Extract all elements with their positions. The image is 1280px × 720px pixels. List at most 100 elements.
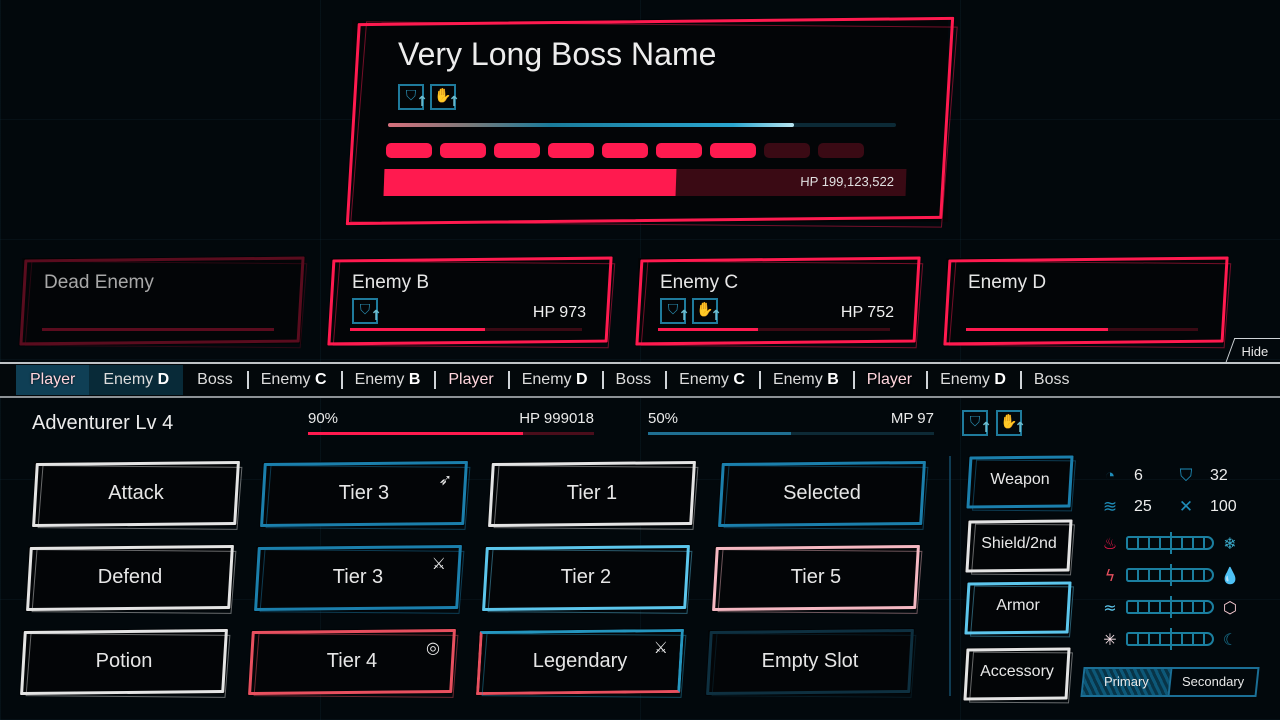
fire-icon: ♨	[1102, 533, 1118, 553]
action-label: Empty Slot	[761, 650, 859, 672]
turn-order-item: Boss	[1019, 365, 1084, 395]
turn-order-item: Player	[852, 365, 926, 395]
enemy-hp-text: HP 752	[840, 304, 894, 321]
resistance-gauge	[1126, 532, 1214, 554]
turn-name: Boss	[197, 371, 233, 388]
action-button[interactable]: Tier 3 ⚔	[256, 546, 460, 610]
action-label: Tier 2	[560, 566, 612, 588]
turn-suffix: C	[315, 371, 327, 388]
player-buffs: ⛉ ↑ ✋ ↑	[962, 410, 1026, 436]
player-name: Adventurer Lv 4	[32, 412, 174, 434]
enemy-card-dead[interactable]: Dead Enemy	[22, 258, 302, 344]
turn-suffix: D	[157, 371, 170, 388]
equipment-slot-button[interactable]: Shield/2nd	[967, 520, 1071, 572]
action-button[interactable]: Empty Slot	[708, 630, 912, 694]
equipment-label: Accessory	[980, 663, 1054, 680]
boss-hp-segment	[440, 143, 486, 158]
turn-name: Boss	[1033, 371, 1070, 388]
action-label: Tier 3	[338, 482, 390, 504]
hide-button[interactable]: Hide	[1225, 338, 1280, 362]
skill-type-icon: ➶	[438, 470, 452, 489]
enemy-name: Enemy D	[968, 272, 1047, 293]
enemy-hp-fill	[350, 328, 485, 331]
mp-percent: 50%	[648, 410, 679, 427]
enemy-card-d[interactable]: Enemy D	[946, 258, 1226, 344]
turn-suffix: B	[408, 371, 421, 388]
action-button[interactable]: Selected	[720, 462, 924, 526]
boss-hp-segment	[764, 143, 810, 158]
resistance-row: ϟ 💧	[1100, 564, 1250, 586]
primary-tab[interactable]: Primary	[1082, 669, 1173, 695]
stat-value: 32	[1210, 467, 1228, 484]
turn-order-item: Player	[16, 365, 90, 395]
magic-icon: ◔	[1104, 466, 1116, 485]
stat-value: 100	[1210, 498, 1237, 515]
enemy-name: Enemy B	[352, 272, 430, 293]
boss-panel: Very Long Boss Name ⛉ ↑ ✋ ↑ HP 199,123,522	[352, 20, 948, 222]
shield-up-icon: ⛉ ↑	[352, 298, 382, 324]
resistance-row: ✳ ☾	[1100, 628, 1250, 650]
action-label: Attack	[108, 482, 164, 504]
boss-hp-segment	[656, 143, 702, 158]
boss-hp-segments	[386, 143, 864, 158]
boss-hp-text: HP 199,123,522	[800, 174, 895, 189]
enemy-hp-fill	[966, 328, 1108, 331]
equipment-slot-button[interactable]: Accessory	[965, 648, 1069, 700]
enemy-buffs: ⛉ ↑ ✋ ↑	[660, 298, 722, 324]
action-button[interactable]: Tier 1	[490, 462, 694, 526]
boss-name: Very Long Boss Name	[398, 36, 717, 72]
action-button[interactable]: Attack	[34, 462, 238, 526]
enemy-hp-text: HP 973	[532, 304, 586, 321]
boss-hp-segment	[494, 143, 540, 158]
mp-value: MP 97	[890, 410, 934, 427]
turn-suffix: D	[575, 371, 588, 388]
turn-name: Enemy	[521, 371, 576, 388]
turn-name: Enemy	[772, 371, 828, 388]
turn-name: Enemy	[260, 371, 315, 388]
enemy-card-b[interactable]: Enemy B ⛉ ↑ HP 973	[330, 258, 610, 344]
enemy-name: Dead Enemy	[44, 272, 154, 293]
turn-order-item: Enemy D	[507, 365, 602, 395]
turn-order-item: Enemy B	[758, 365, 853, 395]
stat-speed: ≋ 25	[1100, 497, 1152, 517]
turn-order-item: Enemy D	[926, 365, 1020, 395]
action-button[interactable]: Legendary ⚔	[478, 630, 682, 694]
equipment-label: Armor	[996, 597, 1040, 614]
equipment-slot-button[interactable]: Armor	[966, 582, 1070, 634]
action-button[interactable]: Tier 5	[714, 546, 918, 610]
crit-icon: ✕	[1178, 497, 1194, 516]
action-button[interactable]: Tier 3 ➶	[262, 462, 466, 526]
boss-shield-fill	[388, 123, 795, 127]
equipment-label: Weapon	[990, 471, 1050, 488]
enemy-hp-bar	[350, 328, 582, 331]
boss-hp-segment	[548, 143, 594, 158]
turn-order-item: Boss	[601, 365, 666, 395]
speed-icon: ≋	[1102, 497, 1118, 516]
action-button[interactable]: Potion	[22, 630, 226, 694]
boss-hp-segment	[710, 143, 756, 158]
turn-order-item: Player	[434, 365, 507, 395]
secondary-tab[interactable]: Secondary	[1170, 669, 1258, 695]
light-icon: ✳	[1103, 629, 1117, 649]
equipment-slot-button[interactable]: Weapon	[968, 456, 1072, 508]
action-button[interactable]: Tier 2	[484, 546, 688, 610]
turn-suffix: D	[994, 371, 1006, 388]
equipment-label: Shield/2nd	[981, 535, 1057, 552]
resistance-gauge	[1126, 564, 1214, 586]
turn-name: Player	[866, 371, 913, 388]
turn-order-item: Enemy B	[340, 365, 435, 395]
turn-name: Player	[448, 371, 494, 388]
action-button[interactable]: Defend	[28, 546, 232, 610]
action-button[interactable]: Tier 4 ◎	[250, 630, 454, 694]
stat-magic: ◔ 6	[1100, 466, 1143, 486]
boss-hp-segment	[818, 143, 864, 158]
enemy-card-c[interactable]: Enemy C ⛉ ↑ ✋ ↑ HP 752	[638, 258, 918, 344]
turn-name: Enemy	[940, 371, 995, 388]
hp-value: HP 999018	[519, 410, 594, 427]
skill-type-icon: ⚔	[431, 554, 446, 573]
action-label: Tier 1	[566, 482, 618, 504]
turn-suffix: B	[827, 371, 839, 388]
claw-up-icon: ✋ ↑	[692, 298, 722, 324]
skill-type-icon: ◎	[426, 638, 440, 657]
turn-name: Player	[30, 371, 76, 388]
